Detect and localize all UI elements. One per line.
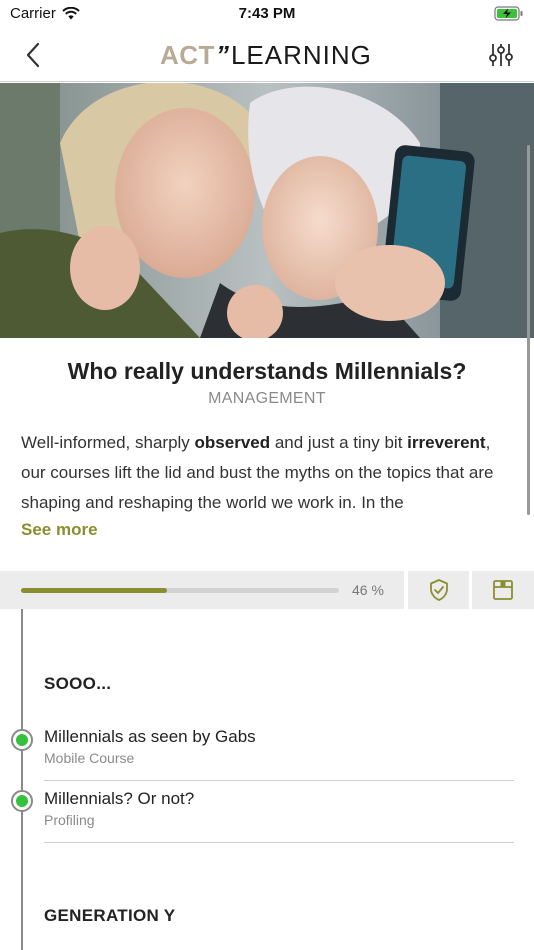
lesson-title: Millennials as seen by Gabs: [44, 727, 256, 746]
scrollbar[interactable]: [527, 145, 530, 515]
progress-bar-fill: [21, 588, 168, 593]
resources-button[interactable]: [472, 571, 534, 609]
sliders-icon[interactable]: [488, 42, 514, 68]
see-more-link[interactable]: See more: [21, 520, 98, 540]
course-hero-image: [0, 83, 534, 338]
logo-act-text: ACT: [160, 40, 215, 70]
course-description: Well-informed, sharply observed and just…: [21, 428, 511, 518]
lesson-item[interactable]: Millennials as seen by Gabs Mobile Cours…: [44, 719, 514, 781]
completed-status-icon: [11, 729, 33, 751]
course-title: Who really understands Millennials?: [67, 358, 467, 384]
lesson-type: Mobile Course: [44, 750, 135, 766]
lesson-type: Profiling: [44, 812, 95, 828]
section-header: SOOO...: [44, 674, 112, 693]
lesson-title: Millennials? Or not?: [44, 789, 195, 808]
timeline-line: [21, 609, 23, 950]
logo-learning-text: LEARNING: [230, 40, 372, 70]
section-header: GENERATION Y: [44, 906, 176, 925]
shield-check-icon: [429, 579, 448, 601]
lesson-item[interactable]: Millennials? Or not? Profiling: [44, 781, 514, 843]
course-category: MANAGEMENT: [208, 390, 326, 407]
status-time: 7:43 PM: [238, 5, 296, 22]
completed-status-icon: [11, 790, 33, 812]
progress-percent: 46 %: [352, 582, 384, 598]
logo-quote-mark: ”: [215, 40, 229, 70]
description-text: Well-informed, sharply: [21, 433, 195, 452]
certificate-button[interactable]: [408, 571, 469, 609]
description-text: and just a tiny bit: [270, 433, 408, 452]
status-bar: Carrier 7:43 PM: [0, 0, 534, 28]
description-emphasis: observed: [194, 433, 271, 452]
progress-bar: [21, 588, 339, 593]
app-logo: ACT ” LEARNING: [160, 40, 372, 70]
description-emphasis: irreverent: [407, 433, 486, 452]
progress-panel: 46 %: [0, 571, 404, 609]
battery-charging-icon: [494, 6, 523, 21]
navigation-bar: ACT ” LEARNING: [0, 28, 534, 82]
package-icon: [493, 580, 513, 600]
back-chevron-icon[interactable]: [20, 40, 48, 70]
progress-row: 46 %: [0, 571, 534, 609]
